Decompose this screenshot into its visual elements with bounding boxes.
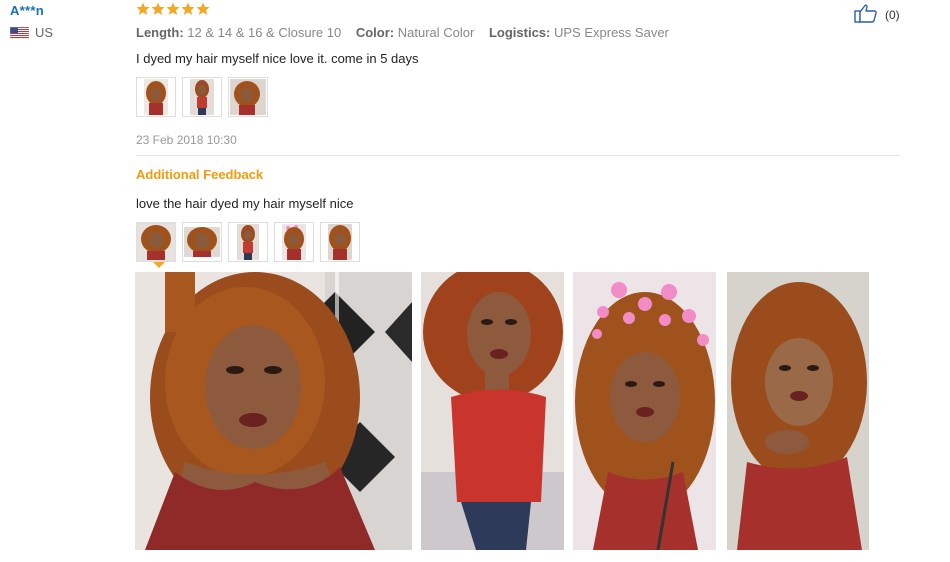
- review-thumbnail[interactable]: [182, 77, 222, 117]
- us-flag-icon: [9, 26, 30, 39]
- divider: [136, 155, 901, 156]
- reviewer-country: US: [9, 25, 54, 40]
- country-code: US: [35, 25, 54, 40]
- review-photo-3[interactable]: [573, 272, 716, 550]
- additional-thumbnails: [136, 222, 360, 268]
- additional-thumbnail[interactable]: [228, 222, 268, 262]
- review-photo-large[interactable]: [135, 272, 412, 550]
- additional-thumbnail[interactable]: [274, 222, 314, 262]
- review-thumbnails: [136, 77, 268, 117]
- reviewer-name[interactable]: A***n: [10, 3, 53, 18]
- review-text: I dyed my hair myself nice love it. come…: [136, 51, 419, 66]
- like-count: (0): [885, 7, 900, 22]
- star-icon: [136, 2, 150, 21]
- star-icon: [166, 2, 180, 21]
- star-icon: [181, 2, 195, 21]
- review-thumbnail[interactable]: [136, 77, 176, 117]
- star-icon: [151, 2, 165, 21]
- selected-pointer: [153, 262, 165, 268]
- star-icon: [196, 2, 210, 21]
- thumbs-up-icon[interactable]: [854, 3, 878, 26]
- attribute-color: Color: Natural Color: [355, 25, 475, 40]
- helpful-like[interactable]: (0): [854, 3, 900, 26]
- reviewer-info: A***n US: [9, 3, 54, 40]
- attribute-length: Length: 12 & 14 & 16 & Closure 10: [136, 25, 342, 40]
- additional-thumbnail[interactable]: [320, 222, 360, 262]
- review-thumbnail[interactable]: [228, 77, 268, 117]
- additional-thumbnail[interactable]: [182, 222, 222, 262]
- additional-thumbnail-selected[interactable]: [136, 222, 176, 268]
- review-photo-2[interactable]: [421, 272, 564, 550]
- product-attributes: Length: 12 & 14 & 16 & Closure 10 Color:…: [136, 25, 680, 40]
- additional-feedback-text: love the hair dyed my hair myself nice: [136, 196, 354, 211]
- attribute-logistics: Logistics: UPS Express Saver: [488, 25, 669, 40]
- review-photo-4[interactable]: [727, 272, 869, 550]
- review-date: 23 Feb 2018 10:30: [136, 133, 237, 147]
- star-rating: [136, 2, 210, 21]
- additional-feedback-label: Additional Feedback: [136, 167, 264, 182]
